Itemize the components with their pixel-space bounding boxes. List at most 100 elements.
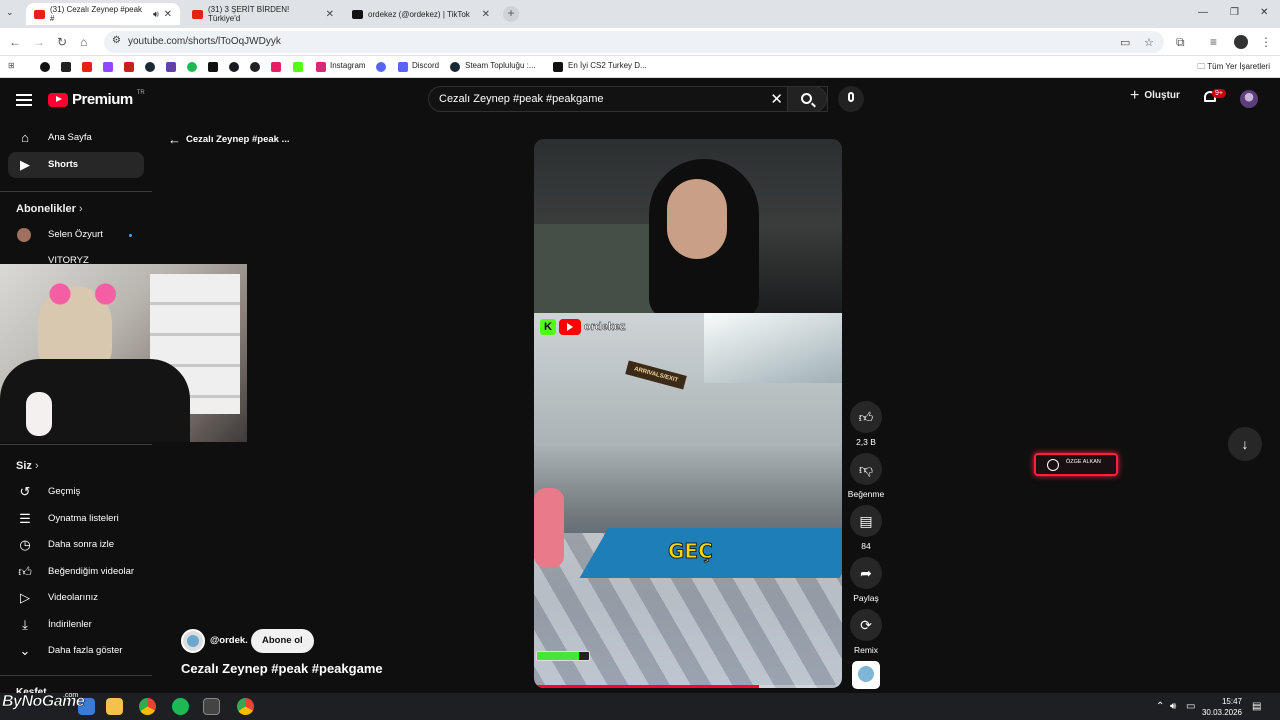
alert-text: ÖZGE ALKAN <box>1066 459 1101 465</box>
cast-icon[interactable]: ▭ <box>1120 36 1130 49</box>
voice-search-button[interactable] <box>838 86 864 112</box>
sidebar-item-show-more[interactable]: ⌄ Daha fazla göster <box>8 638 144 664</box>
browser-tab-1[interactable]: (31) Cezalı Zeynep #peak # 🔊︎ ✕ <box>26 3 180 25</box>
search-button[interactable] <box>787 86 827 112</box>
maximize-icon[interactable]: ❐ <box>1230 7 1239 18</box>
short-video-player[interactable]: ARRIVALS/EXIT K ordekez GEÇ <box>534 139 842 688</box>
browser-tab-3[interactable]: ordekez (@ordekez) | TikTok ✕ <box>344 3 498 25</box>
chevron-right-icon: › <box>78 203 83 215</box>
search-box[interactable]: Cezalı Zeynep #peak #peakgame ✕ <box>428 86 828 112</box>
forward-arrow-icon[interactable]: → <box>33 35 45 49</box>
like-count: 2,3 B <box>856 437 876 447</box>
obs-icon[interactable] <box>203 698 220 715</box>
subscriptions-heading[interactable]: Abonelikler › <box>16 203 83 215</box>
chevron-right-icon: › <box>34 460 39 472</box>
site-info-icon[interactable]: ⚙ <box>112 35 121 46</box>
create-button[interactable]: + Oluştur <box>1130 87 1180 103</box>
search-input[interactable]: Cezalı Zeynep #peak #peakgame <box>439 93 604 105</box>
sidebar-item-playlists[interactable]: ☰ Oynatma listeleri <box>8 506 144 532</box>
extensions-icon[interactable]: ⧉ <box>1176 35 1185 50</box>
bookmark-icon[interactable] <box>40 62 50 72</box>
tab-close-icon[interactable]: ✕ <box>164 9 172 20</box>
tab-search-icon[interactable]: ⌄ <box>6 7 14 18</box>
channel-name[interactable]: @ordek. <box>210 635 248 646</box>
window-close-icon[interactable]: ✕ <box>1260 7 1268 18</box>
sidebar-item-liked-videos[interactable]: 👍︎ Beğendiğim videolar <box>8 559 144 585</box>
video-progress-bar[interactable] <box>534 685 842 688</box>
like-button[interactable]: 👍︎ 2,3 B <box>850 401 882 447</box>
network-icon[interactable]: ▭ <box>1186 701 1195 712</box>
spotify-icon[interactable] <box>172 698 189 715</box>
media-icon[interactable]: ≡ <box>1210 35 1217 49</box>
you-heading[interactable]: Siz › <box>16 460 39 472</box>
back-arrow-icon[interactable]: ← <box>9 35 21 49</box>
sidebar-item-label: İndirilenler <box>48 619 92 630</box>
file-explorer-icon[interactable] <box>106 698 123 715</box>
browser-tab-2[interactable]: (31) 3 ŞERİT BİRDEN! Türkiye'd ✕ <box>184 3 342 25</box>
bookmark-steam[interactable]: Steam Topluluğu :... <box>465 61 536 70</box>
minimize-icon[interactable]: — <box>1198 7 1208 18</box>
sidebar-item-your-videos[interactable]: ▷ Videolarınız <box>8 585 144 611</box>
sidebar-item-history[interactable]: ↺ Geçmiş <box>8 479 144 505</box>
share-button[interactable]: ➦ Paylaş <box>850 557 882 603</box>
bookmark-icon[interactable] <box>271 62 281 72</box>
bookmark-icon[interactable] <box>250 62 260 72</box>
back-arrow-icon[interactable]: ← <box>168 132 181 147</box>
bookmark-discord[interactable]: Discord <box>412 61 439 70</box>
next-short-button[interactable]: ↓ <box>1228 427 1262 461</box>
tab-close-icon[interactable]: ✕ <box>482 9 490 20</box>
youtube-bookmark-icon[interactable] <box>82 62 92 72</box>
sidebar-item-watch-later[interactable]: ◷ Daha sonra izle <box>8 532 144 558</box>
youtube-premium-logo[interactable]: Premium TR <box>48 90 145 108</box>
comments-button[interactable]: ▤ 84 <box>850 505 882 551</box>
steam-bookmark-icon[interactable] <box>229 62 239 72</box>
gmail-bookmark-icon[interactable] <box>124 62 134 72</box>
remix-button[interactable]: ⟳ Remix <box>850 609 882 655</box>
taskbar-clock[interactable]: 15:47 30.03.2026 <box>1198 696 1242 718</box>
all-bookmarks[interactable]: 🗀︎ Tüm Yer İşaretleri <box>1197 61 1270 75</box>
bookmark-star-icon[interactable]: ☆ <box>1144 36 1154 49</box>
bookmark-instagram[interactable]: Instagram <box>330 61 366 70</box>
bookmark-icon[interactable] <box>208 62 218 72</box>
browser-menu-icon[interactable]: ⋮ <box>1260 35 1272 49</box>
sidebar-item-shorts[interactable]: ▶ Shorts <box>8 152 144 178</box>
sidebar-item-downloads[interactable]: ⤓ İndirilenler <box>8 612 144 638</box>
sidebar-item-subscription[interactable]: Selen Özyurt <box>8 222 144 248</box>
url-text[interactable]: youtube.com/shorts/lToOqJWDyyk <box>128 36 281 47</box>
reload-icon[interactable]: ↻ <box>57 35 67 49</box>
volume-icon[interactable]: 🔊︎ <box>1170 701 1176 712</box>
notification-center-icon[interactable]: ▤ <box>1252 701 1261 712</box>
chrome-icon[interactable] <box>139 698 156 715</box>
steam-bookmark-icon[interactable] <box>145 62 155 72</box>
bookmark-icon[interactable] <box>61 62 71 72</box>
bookmark-icon[interactable] <box>166 62 176 72</box>
apps-grid-icon[interactable]: ⊞ <box>8 61 15 70</box>
new-tab-button[interactable]: + <box>503 6 519 22</box>
home-icon[interactable]: ⌂ <box>80 35 87 49</box>
menu-icon[interactable] <box>16 91 32 109</box>
omnibox[interactable]: ⚙ youtube.com/shorts/lToOqJWDyyk ▭ ☆ <box>104 31 1164 53</box>
sidebar-item-label: Geçmiş <box>48 486 81 497</box>
bookmark-icon[interactable] <box>376 62 386 72</box>
tab-close-icon[interactable]: ✕ <box>326 9 334 20</box>
clear-search-icon[interactable]: ✕ <box>770 90 783 108</box>
comment-count: 84 <box>861 541 871 551</box>
twitch-bookmark-icon[interactable] <box>103 62 113 72</box>
youtube-favicon-icon <box>34 9 45 19</box>
kick-bookmark-icon[interactable] <box>293 62 303 72</box>
thumb-down-icon: 👎︎ <box>850 453 882 485</box>
sidebar-item-home[interactable]: ⌂ Ana Sayfa <box>8 125 144 151</box>
channel-avatar[interactable] <box>181 629 205 653</box>
bookmark-cs2[interactable]: En İyi CS2 Turkey D... <box>568 61 647 70</box>
video-icon: ▷ <box>20 590 30 605</box>
chrome-icon[interactable] <box>237 698 254 715</box>
account-avatar[interactable] <box>1240 90 1258 108</box>
speaker-icon[interactable]: 🔊︎ <box>153 9 159 20</box>
subscribe-button[interactable]: Abone ol <box>251 629 314 653</box>
dislike-label: Beğenme <box>847 489 885 499</box>
profile-avatar[interactable] <box>1234 35 1248 49</box>
tray-chevron-icon[interactable]: ⌃ <box>1156 701 1164 712</box>
sound-thumbnail[interactable] <box>852 661 880 689</box>
bookmark-icon[interactable] <box>187 62 197 72</box>
dislike-button[interactable]: 👎︎ Beğenme <box>848 453 884 499</box>
